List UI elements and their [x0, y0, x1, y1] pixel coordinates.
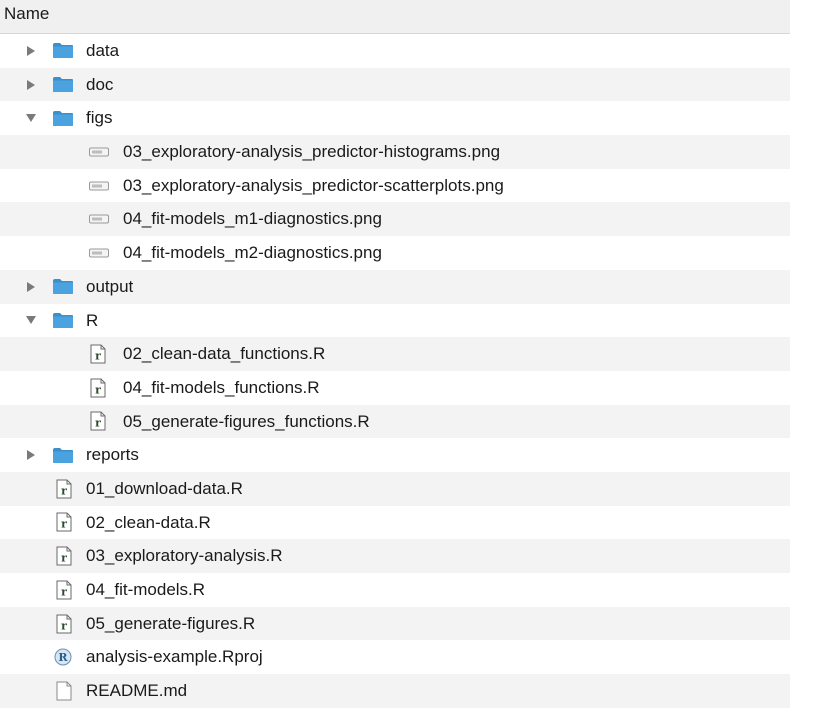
folder-row[interactable]: doc — [0, 67, 790, 102]
item-label: 02_clean-data_functions.R — [123, 344, 326, 364]
image-file-icon — [88, 169, 110, 203]
file-row[interactable]: README.md — [0, 674, 790, 708]
file-row[interactable]: 03_exploratory-analysis_predictor-scatte… — [0, 169, 790, 203]
item-label: 04_fit-models_m1-diagnostics.png — [123, 209, 382, 229]
folder-icon — [52, 101, 74, 135]
item-label: R — [86, 310, 99, 330]
folder-icon — [52, 304, 74, 338]
folder-row[interactable]: R — [0, 304, 790, 338]
item-label: output — [86, 276, 134, 296]
file-row[interactable]: Ranalysis-example.Rproj — [0, 640, 790, 674]
item-label: 03_exploratory-analysis_predictor-histog… — [123, 142, 501, 162]
folder-icon — [52, 68, 74, 102]
item-label: data — [86, 41, 120, 60]
item-label: README.md — [86, 681, 188, 701]
folder-row[interactable]: data — [0, 34, 790, 68]
svg-text:r: r — [61, 484, 67, 497]
folder-icon — [52, 438, 74, 472]
item-label: 01_download-data.R — [86, 478, 243, 498]
svg-text:r: r — [61, 552, 67, 565]
svg-text:r: r — [95, 417, 101, 430]
disclosure-collapsed-icon[interactable] — [24, 68, 38, 102]
image-file-icon — [88, 202, 110, 236]
file-row[interactable]: r 04_fit-models_functions.R — [0, 371, 790, 405]
file-row[interactable]: r 01_download-data.R — [0, 471, 790, 506]
name-column-header[interactable]: Name — [4, 4, 49, 24]
item-label: doc — [86, 74, 114, 94]
file-row[interactable]: r 02_clean-data_functions.R — [0, 337, 790, 371]
disclosure-collapsed-icon[interactable] — [24, 34, 38, 68]
finder-list-view: Name data doc figs 03_exploratory-analysis_… — [0, 0, 790, 728]
folder-icon — [52, 270, 74, 304]
item-label: 05_generate-figures.R — [86, 613, 256, 633]
item-label: analysis-example.Rproj — [86, 647, 263, 667]
item-label: 04_fit-models.R — [86, 580, 206, 599]
file-row[interactable]: 03_exploratory-analysis_predictor-histog… — [0, 135, 790, 169]
disclosure-collapsed-icon[interactable] — [24, 438, 38, 472]
r-file-icon: r — [90, 371, 106, 405]
image-file-icon — [88, 135, 110, 169]
item-label: 04_fit-models_functions.R — [123, 377, 320, 397]
folder-icon — [52, 34, 74, 68]
item-label: reports — [86, 445, 139, 465]
file-row[interactable]: 04_fit-models_m2-diagnostics.png — [0, 236, 790, 270]
file-row[interactable]: r 05_generate-figures.R — [0, 606, 790, 641]
r-file-icon: r — [90, 405, 106, 439]
file-row[interactable]: r 02_clean-data.R — [0, 506, 790, 540]
r-file-icon: r — [56, 506, 72, 540]
image-file-icon — [88, 236, 110, 270]
file-row[interactable]: 04_fit-models_m1-diagnostics.png — [0, 202, 790, 237]
svg-text:r: r — [95, 350, 101, 363]
r-file-icon: r — [56, 472, 72, 506]
disclosure-collapsed-icon[interactable] — [24, 270, 38, 304]
svg-text:r: r — [61, 619, 67, 632]
item-label: 02_clean-data.R — [86, 512, 211, 532]
file-row[interactable]: r 05_generate-figures_functions.R — [0, 404, 790, 439]
r-file-icon: r — [56, 573, 72, 607]
disclosure-expanded-icon[interactable] — [24, 304, 38, 338]
svg-text:r: r — [61, 518, 67, 531]
rproj-file-icon: R — [54, 640, 72, 674]
svg-text:r: r — [95, 383, 101, 396]
svg-text:r: r — [61, 585, 67, 598]
file-row[interactable]: r 03_exploratory-analysis.R — [0, 539, 790, 573]
disclosure-expanded-icon[interactable] — [24, 101, 38, 135]
item-label: 03_exploratory-analysis_predictor-scatte… — [123, 175, 504, 195]
r-file-icon: r — [90, 337, 106, 371]
item-label: figs — [86, 108, 113, 128]
item-label: 03_exploratory-analysis.R — [86, 546, 283, 566]
folder-row[interactable]: reports — [0, 438, 790, 472]
r-file-icon: r — [56, 607, 72, 641]
column-header: Name — [0, 0, 790, 34]
item-label: 04_fit-models_m2-diagnostics.png — [123, 243, 382, 263]
file-tree: data doc figs 03_exploratory-analysis_predi… — [0, 34, 790, 708]
item-label: 05_generate-figures_functions.R — [123, 411, 370, 431]
r-file-icon: r — [56, 539, 72, 573]
svg-text:R: R — [58, 651, 68, 664]
file-row[interactable]: r 04_fit-models.R — [0, 573, 790, 607]
document-file-icon — [56, 674, 72, 708]
folder-row[interactable]: figs — [0, 101, 790, 135]
folder-row[interactable]: output — [0, 269, 790, 304]
